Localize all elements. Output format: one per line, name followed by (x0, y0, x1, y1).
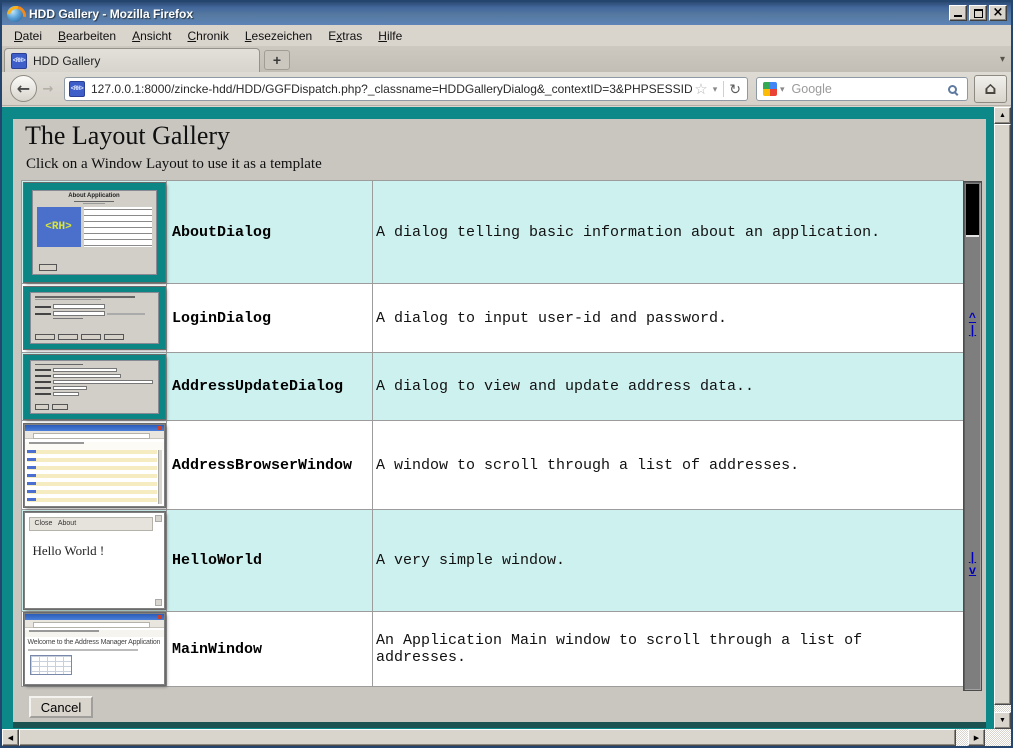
thumbnail-addressupdatedialog[interactable] (21, 352, 167, 421)
browser-window: HDD Gallery - Mozilla Firefox × Datei Be… (0, 0, 1013, 748)
close-button[interactable]: × (989, 5, 1007, 21)
thumbnail-logindialog[interactable] (21, 283, 167, 353)
menubar: Datei Bearbeiten Ansicht Chronik Lesezei… (2, 25, 1011, 46)
menu-bearbeiten[interactable]: Bearbeiten (50, 26, 124, 46)
forward-arrow-icon: → (43, 83, 54, 96)
minimize-icon (954, 15, 962, 17)
thumbnail-addressbrowserwindow[interactable] (21, 420, 167, 510)
menu-ansicht[interactable]: Ansicht (124, 26, 179, 46)
cancel-button[interactable]: Cancel (29, 696, 93, 718)
close-icon: × (993, 6, 1004, 19)
bookmark-star-icon[interactable]: ☆ (694, 80, 707, 98)
menu-hilfe[interactable]: Hilfe (370, 26, 410, 46)
layout-description: A window to scroll through a list of add… (372, 420, 964, 510)
thumbnail-mainwindow[interactable]: Welcome to the Address Manager Applicati… (21, 611, 167, 687)
menu-datei[interactable]: Datei (6, 26, 50, 46)
home-button[interactable]: ⌂ (974, 75, 1007, 103)
layout-name[interactable]: HelloWorld (166, 509, 373, 612)
scrollbar-down-button[interactable]: ▼ (994, 712, 1011, 729)
vertical-scrollbar[interactable]: ▲ ▼ (994, 107, 1011, 729)
scrollbar-left-button[interactable]: ◀ (2, 729, 19, 746)
tab-label: HDD Gallery (33, 54, 100, 68)
new-tab-button[interactable]: + (264, 50, 290, 70)
divider (723, 81, 724, 97)
page-subtitle: Click on a Window Layout to use it as a … (26, 156, 322, 173)
layout-description: A dialog to view and update address data… (372, 352, 964, 421)
scroll-up-link[interactable]: ^| (964, 312, 981, 338)
reload-icon[interactable]: ↻ (729, 81, 741, 98)
horizontal-scrollbar-thumb[interactable] (19, 729, 956, 746)
list-all-tabs-icon[interactable]: ▾ (1000, 54, 1005, 65)
thumb-address-grid (30, 655, 72, 675)
layout-gallery-panel: The Layout Gallery Click on a Window Lay… (13, 119, 986, 722)
home-icon: ⌂ (984, 79, 996, 99)
tab-hdd-gallery[interactable]: <RH> HDD Gallery (4, 48, 260, 72)
gallery-row-addressbrowserwindow[interactable]: AddressBrowserWindow A window to scroll … (22, 421, 964, 510)
thumb-menu: Close About (29, 517, 153, 531)
thumbnail-helloworld[interactable]: Close About Hello World ! (21, 509, 167, 612)
titlebar[interactable]: HDD Gallery - Mozilla Firefox × (2, 2, 1011, 25)
gallery-row-addressupdatedialog[interactable]: AddressUpdateDialog A dialog to view and… (22, 353, 964, 421)
navigation-toolbar: ← → <RH> 127.0.0.1:8000/zincke-hdd/HDD/G… (2, 72, 1011, 106)
layout-description: A dialog telling basic information about… (372, 180, 964, 284)
thumb-ok-button (39, 264, 57, 271)
page-title: The Layout Gallery (25, 121, 230, 151)
thumbnail-aboutdialog[interactable]: About Application <RH> (21, 180, 167, 284)
search-input[interactable] (792, 82, 948, 96)
gallery-row-logindialog[interactable]: LoginDialog A dialog to input user-id an… (22, 284, 964, 353)
rh-logo: <RH> (37, 207, 81, 247)
layout-name[interactable]: LoginDialog (166, 283, 373, 353)
panel-shadow (13, 722, 986, 728)
maximize-icon (974, 9, 983, 18)
layout-description: A dialog to input user-id and password. (372, 283, 964, 353)
vertical-scrollbar-thumb[interactable] (994, 124, 1011, 705)
back-arrow-icon: ← (17, 81, 30, 97)
gallery-scrollbar[interactable]: ^| |v (963, 181, 982, 691)
gallery-row-aboutdialog[interactable]: About Application <RH> (22, 181, 964, 284)
scrollbar-up-button[interactable]: ▲ (994, 107, 1011, 124)
search-box[interactable]: ▾ (756, 77, 968, 101)
gallery-row-helloworld[interactable]: Close About Hello World ! HelloWorld A v… (22, 510, 964, 612)
search-engine-dropdown-icon[interactable]: ▾ (780, 84, 785, 95)
menu-lesezeichen[interactable]: Lesezeichen (237, 26, 320, 46)
rh-favicon: <RH> (11, 53, 27, 69)
layout-name[interactable]: AddressUpdateDialog (166, 352, 373, 421)
gallery-table: About Application <RH> (22, 181, 982, 691)
firefox-icon (7, 6, 23, 22)
layout-name[interactable]: AboutDialog (166, 180, 373, 284)
thumb-hello-text: Hello World ! (33, 543, 105, 559)
tabbar: <RH> HDD Gallery + ▾ (2, 46, 1011, 72)
scrollbar-right-button[interactable]: ▶ (968, 729, 985, 746)
forward-button[interactable]: → (39, 80, 57, 98)
gallery-scrollbar-thumb[interactable] (966, 184, 979, 235)
gallery-row-mainwindow[interactable]: Welcome to the Address Manager Applicati… (22, 612, 964, 687)
scroll-down-link[interactable]: |v (964, 552, 981, 578)
menu-extras[interactable]: Extras (320, 26, 370, 46)
horizontal-scrollbar[interactable]: ◀ ▶ (2, 729, 985, 746)
minimize-button[interactable] (949, 5, 967, 21)
about-text-block (84, 207, 152, 247)
layout-description: An Application Main window to scroll thr… (372, 611, 964, 687)
layout-name[interactable]: AddressBrowserWindow (166, 420, 373, 510)
url-bar[interactable]: <RH> 127.0.0.1:8000/zincke-hdd/HDD/GGFDi… (64, 77, 748, 101)
back-button[interactable]: ← (10, 75, 37, 102)
menu-chronik[interactable]: Chronik (179, 26, 236, 46)
browser-viewport: The Layout Gallery Click on a Window Lay… (2, 107, 1011, 746)
page-background: The Layout Gallery Click on a Window Lay… (2, 107, 994, 729)
url-dropdown-icon[interactable]: ▾ (713, 84, 718, 95)
maximize-button[interactable] (969, 5, 987, 21)
url-text[interactable]: 127.0.0.1:8000/zincke-hdd/HDD/GGFDispatc… (91, 82, 692, 96)
scrollbar-corner (985, 729, 1011, 746)
site-favicon: <RH> (69, 81, 85, 97)
layout-description: A very simple window. (372, 509, 964, 612)
window-title: HDD Gallery - Mozilla Firefox (29, 7, 193, 21)
thumb-address-list (27, 450, 157, 504)
google-logo-icon (763, 82, 777, 96)
layout-name[interactable]: MainWindow (166, 611, 373, 687)
thumb-welcome-heading: Welcome to the Address Manager Applicati… (25, 637, 164, 647)
search-magnifier-icon[interactable] (948, 85, 957, 94)
